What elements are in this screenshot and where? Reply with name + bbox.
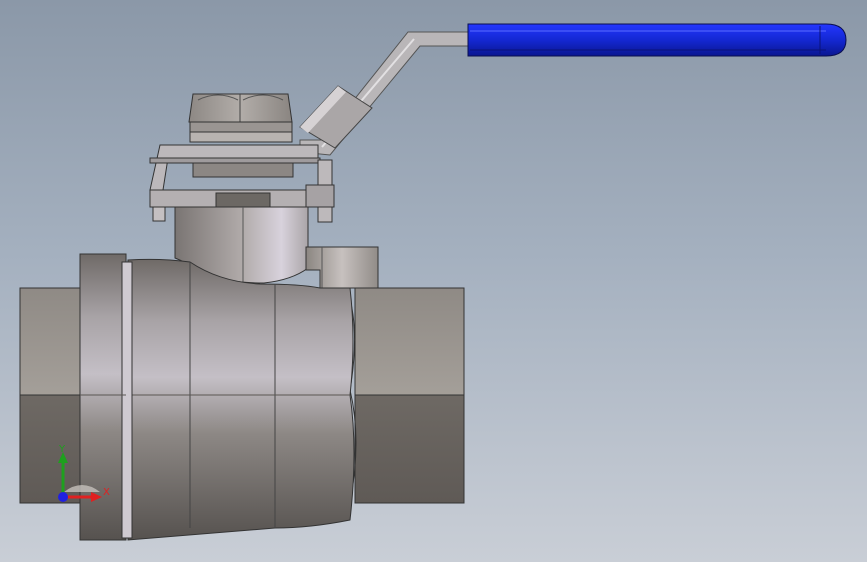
- z-axis-dot: [58, 492, 68, 502]
- body-lug: [305, 246, 379, 289]
- handle-lever[interactable]: [299, 23, 847, 156]
- ball-valve-model[interactable]: [0, 0, 867, 562]
- handle-grip: [467, 23, 847, 57]
- gland-nut: [188, 93, 293, 143]
- valve-body: [127, 258, 355, 541]
- x-axis-label: X: [103, 487, 110, 498]
- graphics-viewport[interactable]: X Y: [0, 0, 867, 562]
- right-end-cap: [347, 287, 465, 504]
- y-axis-label: Y: [59, 444, 66, 455]
- left-end-cap: [19, 287, 85, 504]
